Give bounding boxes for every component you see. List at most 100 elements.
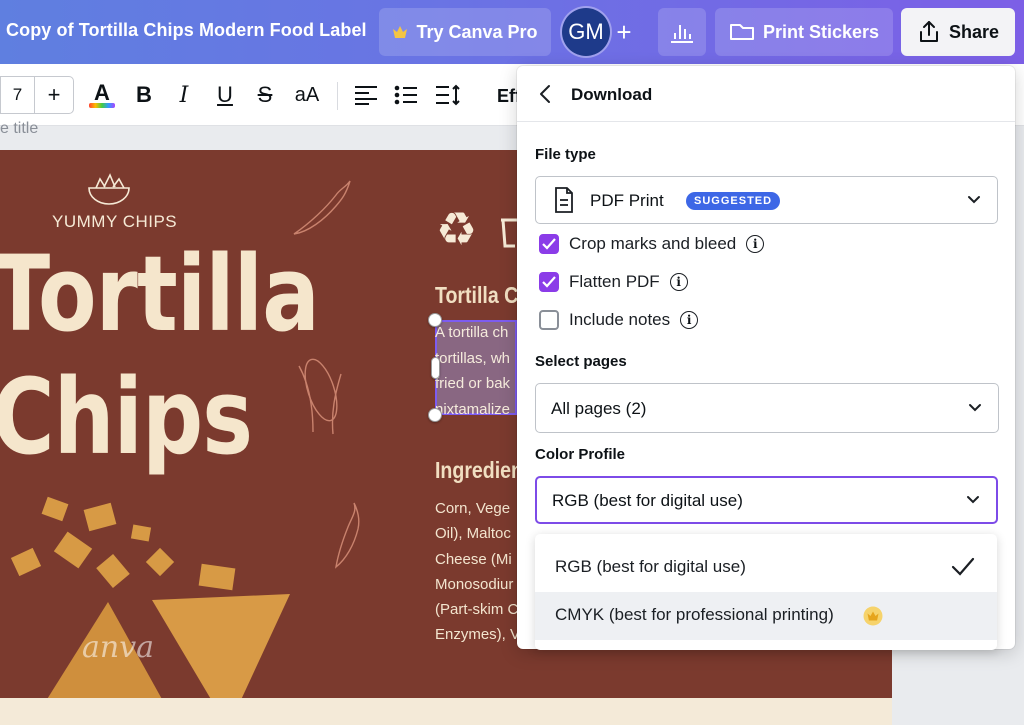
ingredients-text[interactable]: Corn, Vege Oil), Maltoc Cheese (Mi Monos… bbox=[435, 496, 517, 648]
ingredient-line: Cheese (Mi bbox=[435, 550, 512, 568]
letter-case-button[interactable]: aA bbox=[288, 80, 326, 110]
description-heading[interactable]: Tortilla C bbox=[435, 282, 518, 309]
brand-name: YUMMY CHIPS bbox=[52, 212, 178, 231]
align-left-button[interactable] bbox=[350, 80, 382, 110]
document-icon bbox=[554, 187, 574, 218]
checkbox-checked[interactable] bbox=[539, 234, 559, 254]
insights-button[interactable] bbox=[658, 8, 706, 56]
resize-handle-top-left[interactable] bbox=[428, 313, 442, 327]
chip-crumb bbox=[145, 547, 175, 577]
chili-icon-small bbox=[330, 500, 366, 575]
font-size-input[interactable]: 7 bbox=[0, 76, 34, 114]
chip-crumb bbox=[53, 531, 93, 569]
description-line: tortillas, wh bbox=[435, 349, 511, 367]
checkbox-unchecked[interactable] bbox=[539, 310, 559, 330]
resize-handle-bottom-left[interactable] bbox=[428, 408, 442, 422]
spacing-button[interactable] bbox=[432, 80, 464, 110]
ingredient-line: (Part-skim C bbox=[435, 601, 517, 619]
product-title-line2[interactable]: Chips bbox=[0, 365, 253, 469]
crop-marks-option[interactable]: Crop marks and bleed i bbox=[539, 232, 765, 256]
ingredient-line: Oil), Maltoc bbox=[435, 525, 511, 543]
toolbar-divider bbox=[337, 82, 338, 110]
chili-icon bbox=[290, 178, 356, 243]
download-title: Download bbox=[571, 85, 653, 104]
bullet-list-icon bbox=[394, 85, 417, 105]
italic-button[interactable]: I bbox=[168, 80, 200, 110]
description-line: fried or bak bbox=[435, 375, 511, 392]
include-notes-label: Include notes bbox=[569, 310, 671, 329]
chevron-down-icon bbox=[967, 193, 981, 212]
add-collaborator-button[interactable]: + bbox=[608, 12, 640, 52]
canva-watermark: anva bbox=[82, 630, 155, 665]
option-rgb[interactable]: RGB (best for digital use) bbox=[535, 544, 997, 592]
ingredient-line: Enzymes), V bbox=[435, 626, 517, 644]
bold-button[interactable]: B bbox=[128, 80, 160, 110]
info-icon[interactable]: i bbox=[669, 273, 688, 291]
info-icon[interactable]: i bbox=[746, 235, 765, 253]
avatar[interactable]: GM bbox=[562, 8, 610, 56]
top-bar: Copy of Tortilla Chips Modern Food Label… bbox=[0, 0, 1024, 64]
font-size-increase-button[interactable]: + bbox=[34, 76, 74, 114]
page-title-hint[interactable]: e title bbox=[0, 120, 38, 138]
option-rgb-label: RGB (best for digital use) bbox=[555, 557, 746, 576]
file-type-label: File type bbox=[535, 146, 596, 163]
share-label: Share bbox=[948, 21, 1000, 42]
suggested-badge: SUGGESTED bbox=[686, 192, 781, 210]
color-profile-label: Color Profile bbox=[535, 446, 626, 463]
description-text[interactable]: A tortilla ch tortillas, wh fried or bak… bbox=[435, 320, 517, 422]
line-spacing-icon bbox=[436, 84, 460, 106]
crown-icon bbox=[392, 25, 408, 39]
include-notes-option[interactable]: Include notes i bbox=[539, 308, 699, 332]
select-pages-dropdown[interactable]: All pages (2) bbox=[535, 383, 999, 433]
underline-button[interactable]: U bbox=[209, 80, 241, 110]
ingredient-line: Corn, Vege bbox=[435, 500, 511, 517]
crown-icon bbox=[863, 606, 883, 631]
color-profile-options: RGB (best for digital use) CMYK (best fo… bbox=[535, 534, 997, 650]
ingredients-heading[interactable]: Ingredien bbox=[435, 457, 523, 484]
info-icon[interactable]: i bbox=[680, 311, 699, 329]
text-color-button[interactable]: A bbox=[86, 80, 118, 110]
chevron-down-icon bbox=[968, 401, 982, 420]
crop-marks-label: Crop marks and bleed bbox=[569, 234, 737, 253]
print-stickers-button[interactable]: Print Stickers bbox=[715, 8, 893, 56]
print-stickers-label: Print Stickers bbox=[762, 21, 880, 42]
sticker-icon bbox=[729, 22, 755, 42]
share-button[interactable]: Share bbox=[901, 8, 1015, 56]
chip-crumb bbox=[198, 563, 236, 591]
flatten-pdf-option[interactable]: Flatten PDF i bbox=[539, 270, 688, 294]
chip-crumb bbox=[41, 496, 69, 522]
select-pages-label: Select pages bbox=[535, 353, 627, 370]
text-color-icon: A bbox=[94, 79, 110, 105]
document-title[interactable]: Copy of Tortilla Chips Modern Food Label bbox=[6, 20, 367, 41]
option-cmyk-label: CMYK (best for professional printing) bbox=[555, 605, 834, 624]
file-type-value: PDF Print bbox=[590, 191, 664, 210]
description-line: nixtamalize bbox=[435, 400, 511, 418]
bar-chart-icon bbox=[670, 21, 694, 43]
bottom-strip bbox=[0, 698, 892, 725]
upload-icon bbox=[917, 20, 941, 44]
color-profile-value: RGB (best for digital use) bbox=[552, 491, 743, 510]
chevron-down-icon bbox=[966, 493, 980, 512]
checkbox-checked[interactable] bbox=[539, 272, 559, 292]
resize-handle-left[interactable] bbox=[431, 357, 440, 379]
chip-crumb bbox=[130, 524, 152, 542]
chip-crumb bbox=[96, 553, 130, 589]
checkmark-icon bbox=[951, 557, 975, 582]
description-line: A tortilla ch bbox=[435, 324, 509, 341]
color-bar bbox=[89, 102, 115, 108]
flatten-pdf-label: Flatten PDF bbox=[569, 272, 660, 291]
select-pages-value: All pages (2) bbox=[551, 399, 647, 418]
chevron-left-icon[interactable] bbox=[535, 83, 557, 105]
try-canva-pro-label: Try Canva Pro bbox=[416, 21, 538, 42]
option-cmyk[interactable]: CMYK (best for professional printing) bbox=[535, 592, 997, 640]
strikethrough-button[interactable]: S bbox=[249, 80, 281, 110]
chip-crumb bbox=[83, 502, 117, 532]
product-title-line1[interactable]: Tortilla bbox=[0, 242, 320, 346]
download-panel-header: Download bbox=[517, 66, 1015, 122]
chip-crumb bbox=[10, 547, 42, 577]
ingredient-line: Monosodiur bbox=[435, 575, 514, 593]
list-button[interactable] bbox=[390, 80, 422, 110]
try-canva-pro-button[interactable]: Try Canva Pro bbox=[379, 8, 551, 56]
color-profile-dropdown[interactable]: RGB (best for digital use) bbox=[535, 476, 998, 524]
file-type-select[interactable]: PDF Print SUGGESTED bbox=[535, 176, 998, 224]
